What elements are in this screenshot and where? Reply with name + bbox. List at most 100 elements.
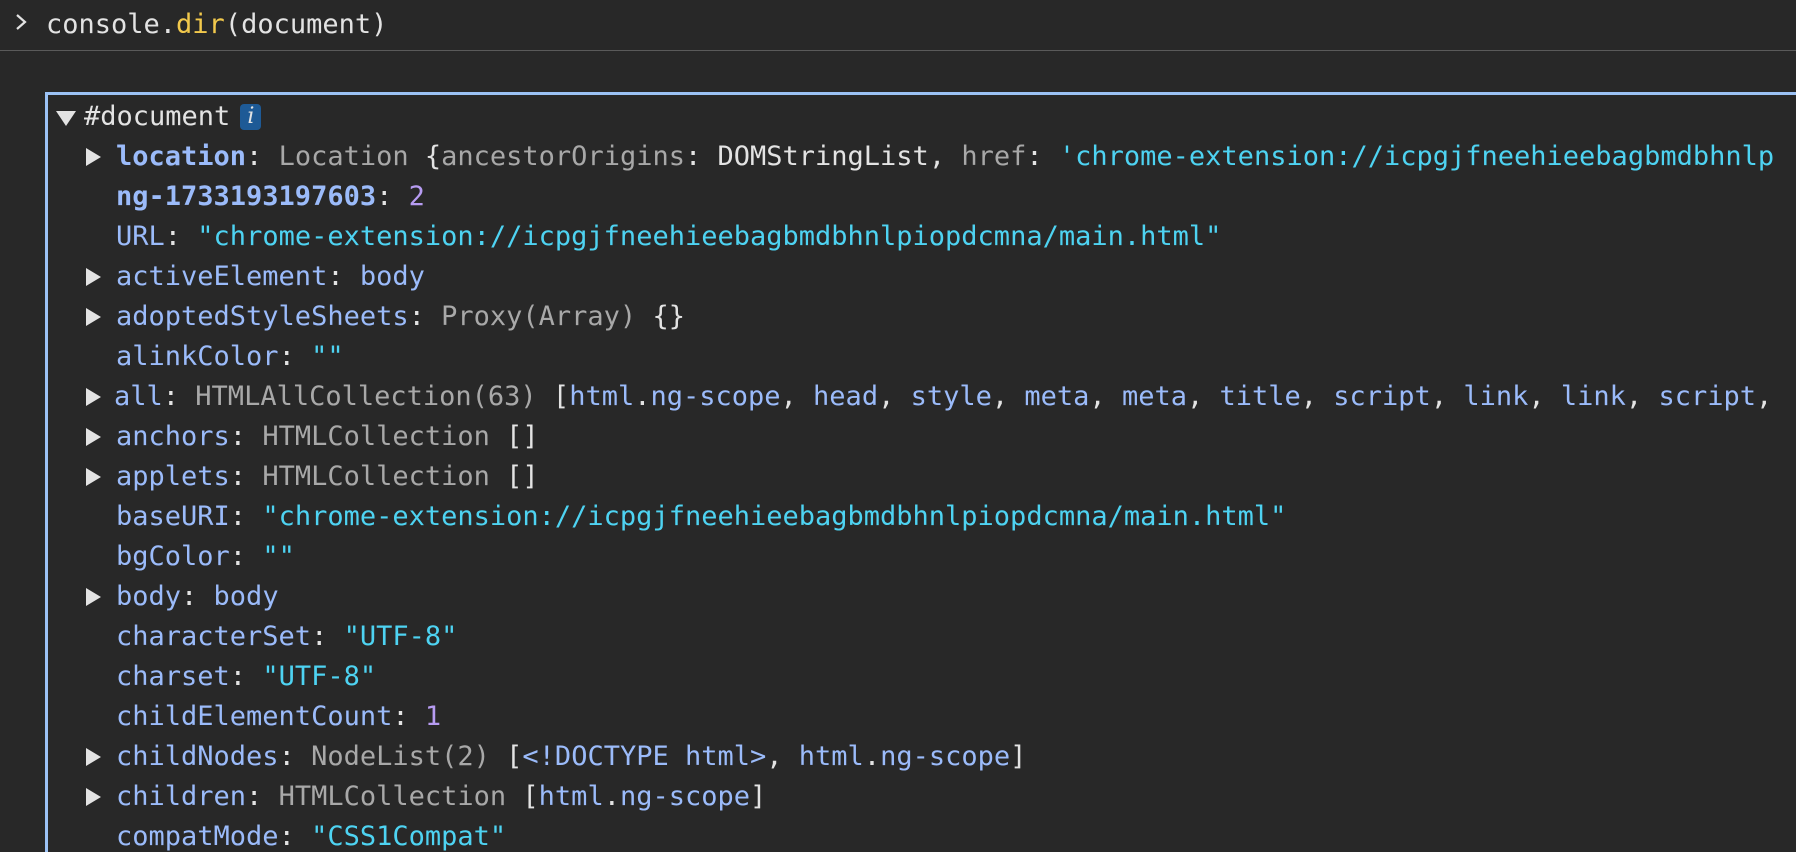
property-value-part: .	[863, 741, 881, 772]
console-command: console.dir(document)	[46, 6, 387, 44]
property-value-part: 1	[424, 701, 442, 732]
property-value-part: href	[961, 141, 1027, 172]
property-value-part: meta	[1121, 381, 1187, 412]
object-tree: #document i location: Location {ancestorO…	[45, 92, 1796, 852]
property-value-part: : DOMStringList,	[684, 141, 962, 172]
property-value-part: link	[1560, 381, 1626, 412]
key-separator: :	[162, 381, 196, 412]
collapsed-triangle-icon[interactable]	[86, 468, 101, 486]
property-value-part: HTMLCollection	[278, 781, 523, 812]
collapsed-triangle-icon[interactable]	[86, 388, 101, 406]
property-value-part: ,	[1300, 381, 1334, 412]
console-input-row[interactable]: console.dir(document)	[0, 0, 1796, 51]
key-separator: :	[229, 501, 263, 532]
property-value-part: body	[359, 261, 425, 292]
property-value-part: ,	[1755, 381, 1773, 412]
key-separator: :	[408, 301, 442, 332]
property-value-part: style	[910, 381, 992, 412]
key-separator: :	[392, 701, 425, 732]
property-value-part: ,	[1430, 381, 1464, 412]
property-value-part: []	[506, 461, 539, 492]
property-key: bgColor	[116, 541, 230, 572]
collapsed-triangle-icon[interactable]	[86, 748, 101, 766]
property-value-part: NodeList(2)	[311, 741, 507, 772]
key-separator: :	[246, 141, 279, 172]
collapsed-triangle-icon[interactable]	[86, 148, 101, 166]
property-value-part: meta	[1024, 381, 1090, 412]
info-icon[interactable]: i	[240, 104, 262, 130]
property-key: applets	[116, 461, 230, 492]
property-value-part: head	[813, 381, 879, 412]
property-key: all	[114, 381, 163, 412]
property-key: body	[116, 581, 182, 612]
prompt-chevron-icon	[16, 14, 27, 30]
property-value-part: Location	[278, 141, 425, 172]
collapsed-triangle-icon[interactable]	[86, 588, 101, 606]
property-value-part: "UTF-8"	[343, 621, 458, 652]
property-value-part: ng-scope	[619, 781, 751, 812]
property-key: anchors	[116, 421, 230, 452]
property-value-part: ,	[1089, 381, 1122, 412]
property-key: charset	[116, 661, 230, 692]
property-value-part: html	[798, 741, 864, 772]
key-separator: :	[229, 421, 263, 452]
expanded-triangle-icon[interactable]	[56, 111, 76, 126]
property-key: childNodes	[116, 741, 279, 772]
property-key: childElementCount	[116, 701, 393, 732]
property-value-part: title	[1219, 381, 1301, 412]
key-separator: :	[376, 181, 409, 212]
key-separator: :	[229, 461, 263, 492]
property-value-part: body	[213, 581, 279, 612]
collapsed-triangle-icon[interactable]	[86, 268, 101, 286]
collapsed-triangle-icon[interactable]	[86, 788, 101, 806]
property-value-part: "chrome-extension://icpgjfneehieebagbmdb…	[197, 221, 1222, 252]
key-separator: :	[327, 261, 360, 292]
property-value-part: .	[634, 381, 651, 412]
property-key: URL	[116, 221, 165, 252]
property-key: activeElement	[116, 261, 328, 292]
property-value-part: {}	[652, 301, 685, 332]
key-separator: :	[246, 781, 279, 812]
property-key: compatMode	[116, 821, 279, 852]
property-value-part: HTMLAllCollection(63)	[195, 381, 553, 412]
property-value-part: "CSS1Compat"	[311, 821, 507, 852]
property-value-part: ancestorOrigins	[441, 141, 685, 172]
property-key: adoptedStyleSheets	[116, 301, 409, 332]
tree-root-row[interactable]: #document i	[48, 97, 262, 137]
property-value-part: 2	[408, 181, 425, 212]
property-value-part: ,	[991, 381, 1025, 412]
property-value-part: "chrome-extension://icpgjfneehieebagbmdb…	[262, 501, 1287, 532]
key-separator: :	[164, 221, 198, 252]
property-value-part: script	[1333, 381, 1431, 412]
property-value-part: ""	[262, 541, 295, 572]
property-key: ng-1733193197603	[116, 181, 377, 212]
key-separator: :	[278, 741, 312, 772]
command-object: console.	[46, 9, 177, 40]
key-separator: :	[278, 341, 312, 372]
property-key: baseURI	[116, 501, 230, 532]
property-value-part: html	[569, 381, 635, 412]
key-separator: :	[311, 621, 344, 652]
property-value-part: ,	[1625, 381, 1659, 412]
command-method: dir	[176, 9, 225, 40]
property-value-part: Proxy(Array)	[441, 301, 653, 332]
property-value-part: ,	[1528, 381, 1561, 412]
property-value-part: <!DOCTYPE html>	[522, 741, 767, 772]
property-value-part: [	[552, 381, 570, 412]
property-key: alinkColor	[116, 341, 279, 372]
collapsed-triangle-icon[interactable]	[86, 428, 101, 446]
property-value-part: "UTF-8"	[262, 661, 377, 692]
property-value-part: ,	[878, 381, 911, 412]
property-value-part: ng-scope	[880, 741, 1011, 772]
property-value-part: ""	[311, 341, 344, 372]
property-value-part: link	[1463, 381, 1529, 412]
property-value-part: script	[1658, 381, 1756, 412]
property-value-part: ng-scope	[650, 381, 781, 412]
property-value-part: [	[506, 741, 523, 772]
property-key: characterSet	[116, 621, 312, 652]
property-value-part: 'chrome-extension://icpgjfneehieebagbmdb…	[1058, 141, 1775, 172]
property-value-part: []	[506, 421, 539, 452]
collapsed-triangle-icon[interactable]	[86, 308, 101, 326]
property-value-part: .	[603, 781, 620, 812]
property-value-part: ]	[750, 781, 767, 812]
